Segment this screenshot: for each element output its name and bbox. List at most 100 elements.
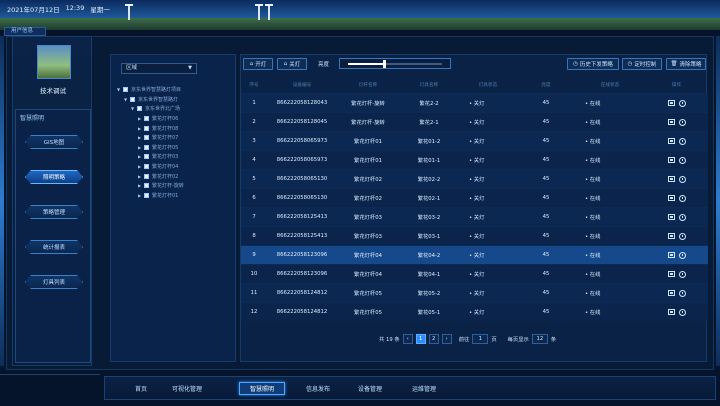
caret-right-icon[interactable]: ▶ [138,154,143,159]
tree-node[interactable]: ▶ 繁花灯杆-旋转 [117,181,235,191]
region-select[interactable]: 区域 ▼ [121,63,197,74]
clock-icon[interactable] [678,251,686,259]
caret-right-icon[interactable]: ▶ [138,145,143,150]
clock-icon[interactable] [678,118,686,126]
image-icon[interactable] [667,309,675,315]
image-icon[interactable] [667,195,675,201]
image-icon[interactable] [667,138,675,144]
clock-icon[interactable] [678,175,686,183]
sidebar-item-lighting-strategy[interactable]: 照明策略 [25,170,83,184]
clock-icon[interactable] [678,270,686,278]
image-icon[interactable] [667,233,675,239]
caret-right-icon[interactable]: ▶ [138,126,143,131]
checkbox[interactable] [144,144,149,150]
checkbox[interactable] [144,183,149,189]
clock-icon[interactable] [678,99,686,107]
nav-ops-management[interactable]: 运维管理 [401,382,447,395]
table-row[interactable]: 3 866222058065973 繁花灯杆01 繁花01-2 • 关灯 45 • 在线 [241,130,708,150]
caret-right-icon[interactable]: ▶ [138,193,143,198]
table-row[interactable]: 7 866222058125413 繁花灯杆03 繁花03-2 • 关灯 45 • 在线 [241,206,708,226]
sidebar-item-statistics[interactable]: 统计报表 [25,240,83,254]
caret-right-icon[interactable]: ▶ [138,164,143,169]
clock-icon[interactable] [678,308,686,316]
clock-icon[interactable] [678,232,686,240]
image-icon[interactable] [667,214,675,220]
tree-node[interactable]: ▶ 繁花灯杆08 [117,123,235,133]
per-page-input[interactable]: 12 [531,334,548,344]
image-icon[interactable] [667,290,675,296]
table-row[interactable]: 12 866222058124812 繁花灯杆05 繁花05-1 • 关灯 45 • 在线 [241,301,708,321]
goto-page-input[interactable]: 1 [472,334,489,344]
checkbox[interactable] [144,192,149,198]
table-row[interactable]: 5 866222058065130 繁花灯杆02 繁花02-2 • 关灯 45 • 在线 [241,168,708,188]
nav-device-management[interactable]: 设备管理 [347,382,393,395]
checkbox[interactable] [123,87,128,93]
tree-node[interactable]: ▶ 繁花灯杆01 [117,191,235,201]
table-row[interactable]: 9 866222058123096 繁花灯杆04 繁花04-2 • 关灯 45 • 在线 [241,244,708,264]
clock-icon[interactable] [678,289,686,297]
page-1-button[interactable]: 1 [415,334,426,344]
table-row[interactable]: 6 866222058065130 繁花灯杆02 繁花02-1 • 关灯 45 • 在线 [241,187,708,207]
clock-icon[interactable] [678,213,686,221]
sidebar-item-strategy-management[interactable]: 策略管理 [25,205,83,219]
checkbox[interactable] [144,154,149,160]
checkbox[interactable] [144,173,149,179]
prev-page-button[interactable]: ‹ [402,334,413,344]
image-icon[interactable] [667,119,675,125]
nav-info-publish[interactable]: 信息发布 [295,382,341,395]
brightness-slider[interactable] [339,58,451,69]
caret-right-icon[interactable]: ▶ [138,174,143,179]
timer-control-button[interactable]: ◷ 定时控制 [622,58,662,70]
tree-node[interactable]: ▶ 繁花灯杆04 [117,162,235,172]
checkbox[interactable] [144,164,149,170]
avatar[interactable] [37,45,71,79]
image-icon[interactable] [667,252,675,258]
caret-down-icon[interactable]: ▼ [117,87,122,92]
image-icon[interactable] [667,157,675,163]
tree-node[interactable]: ▼ 京东世界智慧路灯 [117,95,235,105]
checkbox[interactable] [144,125,149,131]
image-icon[interactable] [667,176,675,182]
tree-node[interactable]: ▶ 繁花灯杆05 [117,143,235,153]
tree-node[interactable]: ▶ 繁花灯杆07 [117,133,235,143]
user-info-tab[interactable]: 用户信息 [4,27,46,36]
tree-node[interactable]: ▼ 京东世界北广场 [117,104,235,114]
nav-home[interactable]: 首页 [123,382,159,395]
clock-icon[interactable] [678,137,686,145]
caret-down-icon[interactable]: ▼ [131,106,136,111]
tree-node[interactable]: ▶ 繁花灯杆03 [117,152,235,162]
tree-node[interactable]: ▼ 京东世界智慧路灯项目 [117,85,235,95]
nav-visual-management[interactable]: 可视化管理 [163,382,211,395]
caret-right-icon[interactable]: ▶ [138,183,143,188]
next-page-button[interactable]: › [441,334,452,344]
table-row[interactable]: 4 866222058065973 繁花灯杆01 繁花01-1 • 关灯 45 • 在线 [241,149,708,169]
lights-off-button[interactable]: ⌂ 关灯 [277,58,307,70]
history-strategy-button[interactable]: ◷ 历史下发策略 [567,58,619,70]
table-row[interactable]: 1 866222058128043 繁花灯杆-旋转 繁花2-2 • 关灯 45 • 在线 [241,92,708,112]
brightness-knob[interactable] [382,60,386,68]
table-row[interactable]: 2 866222058128045 繁花灯杆-旋转 繁花2-1 • 关灯 45 • 在线 [241,111,708,131]
checkbox[interactable] [137,106,142,112]
caret-right-icon[interactable]: ▶ [138,135,143,140]
caret-down-icon[interactable]: ▼ [124,97,129,102]
image-icon[interactable] [667,100,675,106]
checkbox[interactable] [144,135,149,141]
nav-smart-lighting[interactable]: 智慧照明 [239,382,285,395]
brightness-track[interactable] [348,60,442,68]
sidebar-item-gis-map[interactable]: GIS地图 [25,135,83,149]
clock-icon[interactable] [678,156,686,164]
clock-icon[interactable] [678,194,686,202]
table-row[interactable]: 11 866222058124812 繁花灯杆05 繁花05-2 • 关灯 45 • 在线 [241,282,708,302]
lights-on-button[interactable]: ⌂ 开灯 [243,58,273,70]
clear-strategy-button[interactable]: 🗑 清除策略 [666,58,706,70]
image-icon[interactable] [667,271,675,277]
checkbox[interactable] [144,116,149,122]
sidebar-item-lamp-list[interactable]: 灯具列表 [25,275,83,289]
tree-node[interactable]: ▶ 繁花灯杆06 [117,114,235,124]
table-row[interactable]: 8 866222058125413 繁花灯杆03 繁花03-1 • 关灯 45 • 在线 [241,225,708,245]
table-row[interactable]: 10 866222058123096 繁花灯杆04 繁花04-1 • 关灯 45 • 在线 [241,263,708,283]
tree-node[interactable]: ▶ 繁花灯杆02 [117,171,235,181]
page-2-button[interactable]: 2 [428,334,439,344]
checkbox[interactable] [130,96,135,102]
caret-right-icon[interactable]: ▶ [138,116,143,121]
